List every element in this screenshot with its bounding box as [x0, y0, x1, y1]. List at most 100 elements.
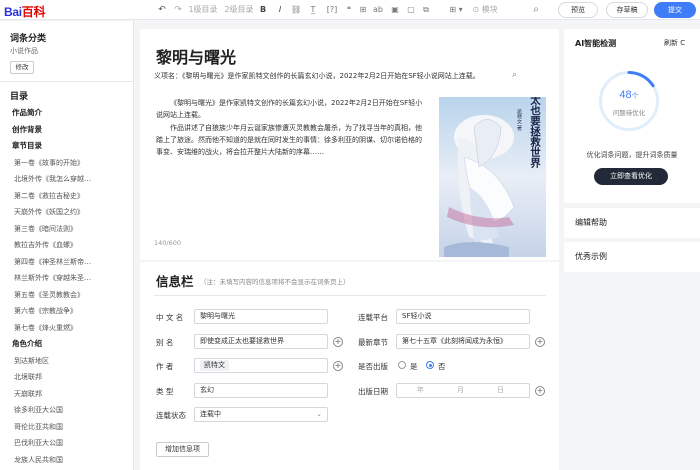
toc-item[interactable]: 第五卷《圣灵教教会》 — [0, 287, 134, 304]
toc-item[interactable]: 教拉吉外传《血螺》 — [0, 237, 134, 254]
category-title: 词条分类 — [10, 34, 47, 44]
toc-list: 作品简介 创作背景 章节目录 第一卷《故事的开始》 北境外传《我怎么穿越… 第二卷《救拉吉… — [0, 105, 134, 470]
issue-count: 48个 — [619, 89, 639, 101]
toc-item[interactable]: 第三卷《暗间法则》 — [0, 221, 134, 238]
save-draft-button[interactable]: 存草稿 — [606, 2, 648, 18]
view-optimization-button[interactable]: 立即查看优化 — [594, 168, 668, 185]
top-toolbar: Bai百科 ↶ ↷ 1级目录 2级目录 B I ⛓ T̲ [?] ❝ ⊞ ab … — [0, 0, 700, 20]
submit-button[interactable]: 提交 — [654, 2, 696, 18]
latest-chapter-field[interactable]: 第七十五章《此刻将闻成为永恒》 — [396, 334, 530, 349]
status-select[interactable]: 连载中 ⌄ — [194, 407, 328, 422]
toc-item[interactable]: 第二卷《救拉吉秘史》 — [0, 188, 134, 205]
add-alias-icon[interactable]: + — [333, 337, 343, 347]
layout-icon[interactable]: ⧉ — [420, 4, 432, 16]
toc-item[interactable]: 巴伐利亚大公国 — [0, 435, 134, 452]
year-placeholder: 年 — [417, 386, 424, 394]
toc-section-heading[interactable]: 作品简介 — [0, 105, 134, 122]
toc-item[interactable]: 北境外传《我怎么穿越… — [0, 171, 134, 188]
cover-illustration: 即使变成正太也要拯救世界 凯特文 著 — [439, 97, 546, 257]
search-icon[interactable]: ⌕ — [531, 4, 541, 16]
edit-category-button[interactable]: 修改 — [10, 61, 34, 74]
issue-label: 问题待优化 — [612, 109, 646, 117]
chinese-name-field[interactable]: 黎明与曙光 — [194, 309, 328, 324]
comment-icon[interactable]: ⌕ — [512, 70, 517, 80]
definition-text[interactable]: 义项名：《黎明与曙光》是作家凯特文创作的长篇玄幻小说，2022年2月2日开始在S… — [154, 71, 480, 81]
insert-dropdown[interactable]: ⊞ ▾ — [446, 4, 466, 16]
author-field[interactable]: 凯特文 — [194, 358, 328, 373]
platform-label: 连载平台 — [358, 313, 388, 322]
alias-label: 别 名 — [156, 338, 174, 347]
infobox-title: 信息栏 — [156, 274, 194, 289]
heading2-button[interactable]: 2级目录 — [224, 4, 254, 16]
toc-item[interactable]: 北境联邦 — [0, 369, 134, 386]
heading-icon[interactable]: T̲ — [307, 4, 319, 16]
toc-item[interactable]: 第四卷《神圣林兰斯帝… — [0, 254, 134, 271]
heading1-button[interactable]: 1级目录 — [188, 4, 218, 16]
bold-button[interactable]: B — [258, 4, 268, 16]
toc-item[interactable]: 天崩外传《妖国之约》 — [0, 204, 134, 221]
divider — [154, 295, 546, 296]
chevron-down-icon: ⌄ — [316, 410, 322, 418]
ai-check-title: AI智能检测 — [575, 39, 617, 48]
genre-field[interactable]: 玄幻 — [194, 383, 328, 398]
published-no-label: 否 — [438, 362, 446, 371]
status-label: 连载状态 — [156, 411, 186, 420]
undo-icon[interactable]: ↶ — [156, 4, 168, 16]
alias-field[interactable]: 即使变成正太也要拯救世界 — [194, 334, 328, 349]
author-label: 作 者 — [156, 362, 174, 371]
module-button[interactable]: ⊙ 模块 — [472, 4, 498, 16]
issue-ring: 48个 问题待优化 — [599, 71, 659, 131]
published-no-radio[interactable] — [426, 361, 434, 369]
toc-item[interactable]: 天崩联邦 — [0, 386, 134, 403]
add-date-icon[interactable]: + — [535, 386, 545, 396]
progress-arc — [627, 71, 655, 88]
examples-card[interactable]: 优秀示例 — [564, 242, 700, 272]
edit-help-card[interactable]: 编辑帮助 — [564, 208, 700, 238]
month-placeholder: 月 — [457, 386, 464, 394]
toc-item[interactable]: 徐多利亚大公国 — [0, 402, 134, 419]
quote-icon[interactable]: ❝ — [344, 4, 354, 16]
toc-item[interactable]: 龙族人民共和国 — [0, 452, 134, 469]
toc-section-heading[interactable]: 创作背景 — [0, 122, 134, 139]
article-body[interactable]: 《黎明与曙光》是作家凯特文创作的长篇玄幻小说，2022年2月2日开始在SF轻小说… — [156, 97, 428, 158]
pub-date-field[interactable]: 年 月 日 — [396, 383, 530, 398]
table-icon[interactable]: ⊞ — [358, 4, 368, 16]
published-yes-radio[interactable] — [398, 361, 406, 369]
link-icon[interactable]: ⛓ — [291, 4, 301, 16]
add-chapter-icon[interactable]: + — [535, 337, 545, 347]
article-card: 黎明与曙光 义项名：《黎明与曙光》是作家凯特文创作的长篇玄幻小说，2022年2月… — [140, 29, 559, 260]
strikethrough-button[interactable]: ab — [372, 4, 384, 16]
published-label: 是否出版 — [358, 362, 388, 371]
redo-icon[interactable]: ↷ — [172, 4, 184, 16]
article-title[interactable]: 黎明与曙光 — [156, 44, 236, 68]
baidu-baike-logo[interactable]: Bai百科 — [4, 3, 45, 20]
citation-button[interactable]: [?] — [325, 4, 339, 16]
cover-image[interactable]: 即使变成正太也要拯救世界 凯特文 著 — [439, 97, 546, 257]
category-value: 小说作品 — [10, 47, 38, 55]
cover-title: 即使变成正太也要拯救世界 — [529, 97, 541, 169]
pub-date-label: 出版日期 — [358, 387, 388, 396]
toc-item[interactable]: 哥伦比亚共和国 — [0, 419, 134, 436]
italic-button[interactable]: I — [275, 4, 285, 16]
toc-item[interactable]: 第七卷《烽火重燃》 — [0, 320, 134, 337]
refresh-button[interactable]: 刷新 C — [664, 38, 685, 48]
word-count: 140/600 — [154, 239, 182, 247]
code-icon[interactable]: ▢ — [405, 4, 417, 16]
toc-section-heading[interactable]: 章节目录 — [0, 138, 134, 155]
image-icon[interactable]: ▣ — [390, 4, 400, 16]
latest-chapter-label: 最新章节 — [358, 338, 388, 347]
preview-button[interactable]: 预览 — [558, 2, 598, 18]
toc-item[interactable]: 第一卷《故事的开始》 — [0, 155, 134, 172]
add-author-icon[interactable]: + — [333, 361, 343, 371]
platform-field[interactable]: SF轻小说 — [396, 309, 530, 324]
toc-item[interactable]: 林兰斯外传《穿越朱圣… — [0, 270, 134, 287]
plot-paragraph: 作品讲述了自狼族少年月云诞家族惨遭灭灵教教会屠杀，为了找寻当年的真相，他踏上了旅… — [156, 123, 422, 157]
toc-item[interactable]: 第六卷《宗教战争》 — [0, 303, 134, 320]
add-info-item-button[interactable]: 增加信息项 — [156, 442, 209, 457]
author-tag[interactable]: 凯特文 — [200, 360, 229, 371]
cover-author: 凯特文 著 — [516, 108, 522, 132]
genre-label: 类 型 — [156, 387, 174, 396]
progress-arc-fill — [627, 71, 655, 88]
toc-item[interactable]: 到达斯地区 — [0, 353, 134, 370]
toc-section-heading[interactable]: 角色介绍 — [0, 336, 134, 353]
